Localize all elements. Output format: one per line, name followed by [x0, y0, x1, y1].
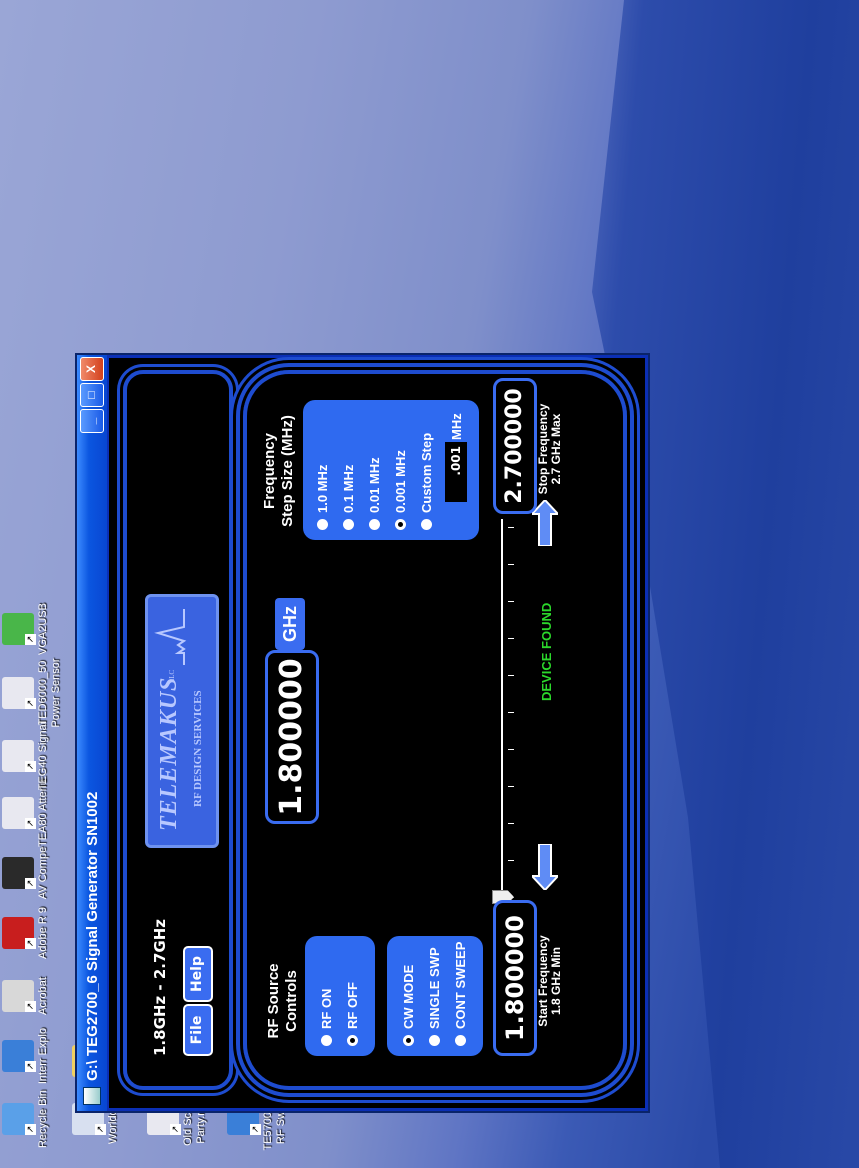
slider-tick: [508, 860, 514, 861]
single-sweep-radio[interactable]: SINGLE SWP: [427, 947, 442, 1046]
rf-off-dot: [347, 1035, 359, 1046]
logo-main-text: TELEMAKUS: [156, 676, 182, 831]
cont-sweep-label: CONT SWEEP: [453, 941, 468, 1029]
slider-tick: [508, 786, 514, 787]
cw-mode-radio[interactable]: CW MODE: [401, 965, 416, 1046]
logo-llc-text: LLC: [168, 669, 176, 683]
desktop-icon-image: [2, 613, 34, 645]
desktop-icon-image: [2, 917, 34, 949]
window-title: G:\ TEG2700_6 Signal Generator SN1002: [83, 791, 101, 1081]
step-size-title-line1: Frequency: [261, 433, 278, 509]
rf-on-dot: [321, 1035, 333, 1046]
custom-step-input[interactable]: .001: [445, 442, 467, 502]
logo-waveform-icon: [154, 609, 187, 665]
minimize-button[interactable]: _: [80, 409, 104, 433]
decrement-arrow-icon[interactable]: [532, 844, 558, 890]
desktop-icon-label: VGA2USB: [37, 603, 49, 655]
slider-track: [501, 519, 503, 904]
slider-tick: [508, 527, 514, 528]
step-0001mhz-dot: [395, 519, 407, 530]
logo-sub-text: RF DESIGN SERVICES: [192, 690, 204, 807]
rf-onoff-group: RF ON RF OFF: [305, 936, 375, 1056]
step-size-group: 1.0 MHz 0.1 MHz 0.01 MHz 0.001 MHz Custo…: [303, 400, 479, 540]
step-size-title: Frequency Step Size (MHz): [261, 396, 297, 546]
start-frequency-input[interactable]: 1.800000: [493, 900, 537, 1056]
mode-group: CW MODE SINGLE SWP CONT SWEEP: [387, 936, 483, 1056]
signal-generator-window: G:\ TEG2700_6 Signal Generator SN1002 _ …: [75, 353, 650, 1113]
cw-mode-dot: [403, 1035, 415, 1046]
app-icon: [83, 1087, 101, 1105]
maximize-button[interactable]: □: [80, 383, 104, 407]
step-0001mhz-label: 0.001 MHz: [393, 450, 408, 513]
slider-tick: [508, 675, 514, 676]
cw-mode-label: CW MODE: [401, 964, 416, 1029]
step-1mhz-radio[interactable]: 1.0 MHz: [315, 465, 330, 530]
rf-source-title-line2: Controls: [283, 970, 300, 1032]
desktop-icon-image: [2, 1040, 34, 1072]
cont-sweep-radio[interactable]: CONT SWEEP: [453, 942, 468, 1046]
file-button[interactable]: File: [183, 1004, 213, 1056]
rf-off-radio[interactable]: RF OFF: [345, 982, 360, 1046]
frequency-unit-label: GHz: [275, 598, 305, 650]
desktop-icon-image: [2, 980, 34, 1012]
frequency-range-label: 1.8GHz - 2.7GHz: [151, 918, 169, 1056]
rf-on-label: RF ON: [319, 988, 334, 1029]
telemakus-logo: TELEMAKUS LLC RF DESIGN SERVICES: [145, 594, 219, 848]
step-01mhz-label: 0.1 MHz: [341, 464, 356, 513]
step-001mhz-label: 0.01 MHz: [367, 457, 382, 513]
control-panel: RF Source Controls RF ON RF OFF CW MODE …: [243, 370, 627, 1090]
rotated-screen: Recycle BinInterr ExploAcrobatAdobe R 9A…: [0, 0, 859, 1168]
step-1mhz-dot: [317, 519, 329, 530]
step-001mhz-dot: [369, 519, 381, 530]
custom-step-radio[interactable]: Custom Step: [419, 433, 434, 530]
cont-sweep-dot: [455, 1035, 467, 1046]
start-frequency-label: Start Frequency 1.8 GHz Min: [536, 906, 563, 1056]
custom-step-dot: [421, 519, 433, 530]
desktop-icon[interactable]: VGA2USB: [2, 590, 50, 668]
device-status: DEVICE FOUND: [539, 602, 554, 701]
current-frequency-display[interactable]: 1.800000: [265, 650, 319, 824]
slider-tick: [508, 638, 514, 639]
slider-tick: [508, 564, 514, 565]
start-frequency-label-line2: 1.8 GHz Min: [549, 947, 563, 1016]
help-button[interactable]: Help: [183, 946, 213, 1002]
close-button[interactable]: X: [80, 357, 104, 381]
rf-off-label: RF OFF: [345, 982, 360, 1029]
slider-tick: [508, 823, 514, 824]
slider-tick: [508, 601, 514, 602]
step-01mhz-radio[interactable]: 0.1 MHz: [341, 465, 356, 530]
desktop-icon-image: [2, 740, 34, 772]
desktop-icon-image: [2, 677, 34, 709]
single-sweep-label: SINGLE SWP: [427, 947, 442, 1029]
step-01mhz-dot: [343, 519, 355, 530]
slider-tick: [508, 749, 514, 750]
title-bar[interactable]: G:\ TEG2700_6 Signal Generator SN1002 _ …: [77, 355, 107, 1111]
rf-source-title: RF Source Controls: [265, 946, 301, 1056]
single-sweep-dot: [429, 1035, 441, 1046]
custom-step-unit: MHz: [449, 413, 464, 440]
step-0001mhz-radio[interactable]: 0.001 MHz: [393, 450, 408, 530]
client-area: 1.8GHz - 2.7GHz File Help TELEMAKUS LLC …: [109, 358, 645, 1108]
rf-source-title-line1: RF Source: [265, 963, 282, 1039]
frequency-slider[interactable]: [492, 519, 522, 904]
custom-step-label: Custom Step: [419, 432, 434, 513]
step-size-title-line2: Step Size (MHz): [279, 415, 296, 527]
desktop-icon-image: [2, 1103, 34, 1135]
desktop-icon-image: [2, 857, 34, 889]
desktop-icon-image: [2, 797, 34, 829]
step-001mhz-radio[interactable]: 0.01 MHz: [367, 457, 382, 530]
rf-on-radio[interactable]: RF ON: [319, 989, 334, 1046]
stop-frequency-input[interactable]: 2.700000: [493, 378, 537, 514]
step-1mhz-label: 1.0 MHz: [315, 464, 330, 513]
stop-frequency-label-line2: 2.7 GHz Max: [549, 413, 563, 485]
stop-frequency-label: Stop Frequency 2.7 GHz Max: [536, 384, 563, 514]
header-box: 1.8GHz - 2.7GHz File Help TELEMAKUS LLC …: [123, 370, 233, 1090]
slider-tick: [508, 712, 514, 713]
